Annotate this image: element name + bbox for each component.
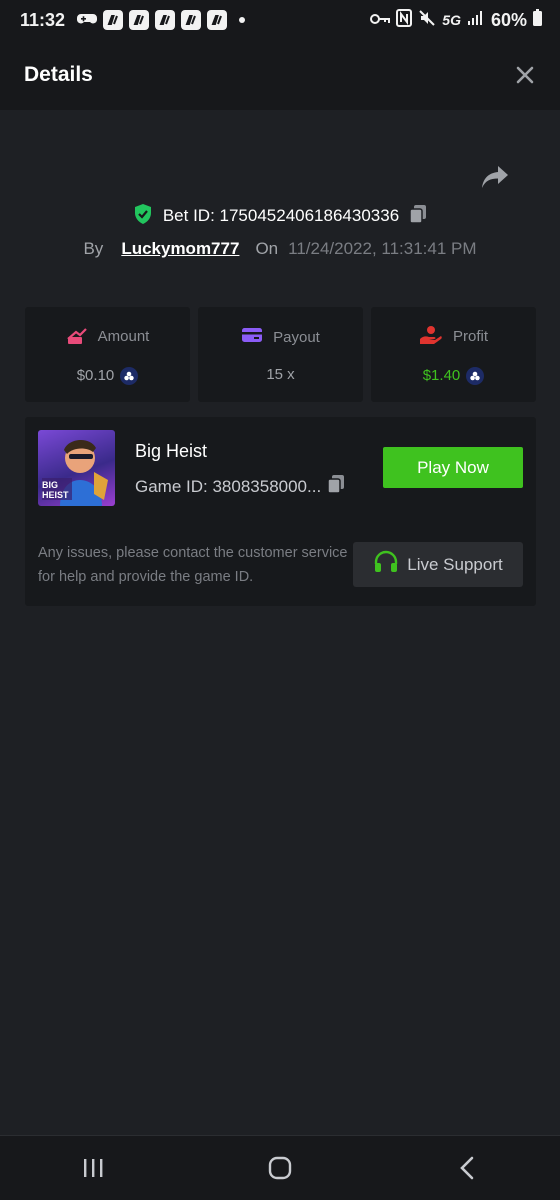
amount-value: $0.10 (76, 367, 115, 384)
system-nav-bar (0, 1135, 560, 1200)
copy-game-id-button[interactable] (327, 474, 345, 499)
bet-id-row: Bet ID: 1750452406186430336 (0, 203, 560, 229)
payout-card-icon (241, 326, 263, 348)
back-icon (459, 1156, 473, 1180)
stat-amount: Amount $0.10 (25, 307, 190, 402)
by-label: By (83, 239, 104, 258)
notification-n-icon (155, 10, 176, 30)
username-link[interactable]: Luckymom777 (121, 239, 239, 259)
copy-icon (327, 475, 345, 494)
status-time: 11:32 (20, 9, 66, 30)
signal-icon (467, 10, 485, 31)
bet-id-text: Bet ID: 1750452406186430336 (162, 206, 400, 225)
amount-icon (66, 325, 88, 349)
mute-icon (418, 9, 436, 32)
home-button[interactable] (260, 1148, 300, 1188)
game-id-row: Game ID: 3808358000... (135, 474, 345, 499)
home-icon (268, 1156, 292, 1180)
game-thumbnail[interactable]: BIG HEIST (38, 430, 115, 506)
notification-n-icon (181, 10, 202, 30)
stat-payout: Payout 15 x (198, 307, 363, 402)
more-notifications-dot (239, 17, 246, 23)
key-icon (370, 10, 391, 31)
notification-n-icon (103, 10, 124, 30)
thumbnail-title: BIG HEIST (42, 480, 69, 500)
close-icon (516, 66, 534, 84)
notification-n-icon (207, 10, 228, 30)
recent-apps-icon (84, 1159, 103, 1177)
payout-value: 15 x (266, 366, 295, 383)
play-now-button[interactable]: Play Now (383, 447, 523, 488)
coin-icon (466, 366, 485, 385)
amount-label: Amount (97, 328, 150, 345)
on-label: On (255, 239, 279, 258)
network-type: 5G (442, 12, 461, 28)
bet-datetime: 11/24/2022, 11:31:41 PM (288, 239, 477, 258)
game-card: BIG HEIST Big Heist Game ID: 3808358000.… (25, 417, 536, 606)
shield-check-icon (133, 203, 153, 230)
headset-icon (373, 550, 399, 579)
bet-owner-row: By Luckymom777 On 11/24/2022, 11:31:41 P… (0, 236, 560, 262)
game-id-text: Game ID: 3808358000... (135, 476, 322, 496)
notification-n-icon (129, 10, 150, 30)
live-support-label: Live Support (407, 554, 503, 574)
copy-bet-id-button[interactable] (409, 204, 427, 229)
profit-hand-icon (419, 325, 443, 349)
bet-stats: Amount $0.10 Payout 15 x Profit $1.40 (25, 307, 536, 402)
stat-profit: Profit $1.40 (371, 307, 536, 402)
details-header: Details (0, 40, 560, 110)
coin-icon (120, 366, 139, 385)
game-controller-icon (77, 10, 98, 31)
status-bar: 11:32 5G 60% (0, 0, 560, 40)
battery-percent: 60% (490, 9, 527, 30)
profit-value: $1.40 (422, 367, 461, 384)
close-button[interactable] (514, 64, 536, 86)
nfc-icon (396, 8, 413, 32)
copy-icon (409, 204, 427, 224)
share-icon (482, 166, 508, 188)
back-button[interactable] (447, 1148, 487, 1188)
payout-label: Payout (273, 328, 320, 346)
support-notice: Any issues, please contact the customer … (38, 545, 348, 585)
game-name: Big Heist (135, 441, 208, 461)
live-support-button[interactable]: Live Support (353, 542, 523, 587)
battery-icon (533, 9, 542, 31)
profit-label: Profit (452, 328, 488, 345)
recent-apps-button[interactable] (73, 1148, 113, 1188)
page-title: Details (24, 63, 93, 86)
share-button[interactable] (480, 163, 512, 193)
